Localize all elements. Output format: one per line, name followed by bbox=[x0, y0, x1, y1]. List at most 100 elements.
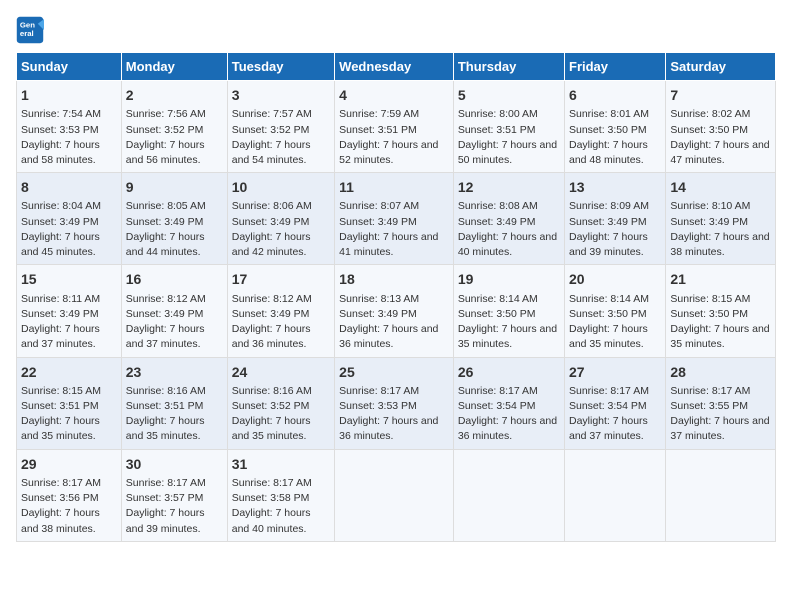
daylight-label: Daylight: 7 hours and 47 minutes. bbox=[670, 139, 769, 166]
day-number: 14 bbox=[670, 177, 771, 197]
sunrise: Sunrise: 8:14 AM bbox=[569, 293, 649, 305]
col-header-saturday: Saturday bbox=[666, 53, 776, 81]
daylight-label: Daylight: 7 hours and 54 minutes. bbox=[232, 139, 311, 166]
day-cell: 18Sunrise: 8:13 AMSunset: 3:49 PMDayligh… bbox=[335, 265, 454, 357]
column-headers: SundayMondayTuesdayWednesdayThursdayFrid… bbox=[17, 53, 776, 81]
day-cell: 27Sunrise: 8:17 AMSunset: 3:54 PMDayligh… bbox=[565, 357, 666, 449]
sunset: Sunset: 3:49 PM bbox=[569, 216, 647, 228]
sunset: Sunset: 3:53 PM bbox=[21, 124, 99, 136]
sunset: Sunset: 3:51 PM bbox=[126, 400, 204, 412]
day-cell: 19Sunrise: 8:14 AMSunset: 3:50 PMDayligh… bbox=[453, 265, 564, 357]
day-number: 9 bbox=[126, 177, 223, 197]
sunset: Sunset: 3:57 PM bbox=[126, 492, 204, 504]
day-number: 30 bbox=[126, 454, 223, 474]
daylight-label: Daylight: 7 hours and 39 minutes. bbox=[126, 507, 205, 534]
day-number: 17 bbox=[232, 269, 330, 289]
sunset: Sunset: 3:52 PM bbox=[232, 400, 310, 412]
sunrise: Sunrise: 8:07 AM bbox=[339, 200, 419, 212]
sunrise: Sunrise: 8:10 AM bbox=[670, 200, 750, 212]
day-cell bbox=[565, 449, 666, 541]
day-number: 15 bbox=[21, 269, 117, 289]
week-row-4: 22Sunrise: 8:15 AMSunset: 3:51 PMDayligh… bbox=[17, 357, 776, 449]
week-row-5: 29Sunrise: 8:17 AMSunset: 3:56 PMDayligh… bbox=[17, 449, 776, 541]
day-number: 16 bbox=[126, 269, 223, 289]
sunset: Sunset: 3:49 PM bbox=[21, 308, 99, 320]
sunrise: Sunrise: 8:01 AM bbox=[569, 108, 649, 120]
day-cell: 22Sunrise: 8:15 AMSunset: 3:51 PMDayligh… bbox=[17, 357, 122, 449]
sunset: Sunset: 3:49 PM bbox=[126, 216, 204, 228]
day-number: 24 bbox=[232, 362, 330, 382]
daylight-label: Daylight: 7 hours and 35 minutes. bbox=[126, 415, 205, 442]
day-number: 19 bbox=[458, 269, 560, 289]
daylight-label: Daylight: 7 hours and 39 minutes. bbox=[569, 231, 648, 258]
day-cell: 5 Sunrise: 8:00 AM Sunset: 3:51 PM Daylight… bbox=[453, 81, 564, 173]
day-number: 11 bbox=[339, 177, 449, 197]
day-cell: 12Sunrise: 8:08 AMSunset: 3:49 PMDayligh… bbox=[453, 173, 564, 265]
sunset: Sunset: 3:53 PM bbox=[339, 400, 417, 412]
daylight-label: Daylight: 7 hours and 37 minutes. bbox=[670, 415, 769, 442]
day-cell bbox=[453, 449, 564, 541]
sunset: Sunset: 3:49 PM bbox=[458, 216, 536, 228]
sunset: Sunset: 3:54 PM bbox=[458, 400, 536, 412]
day-cell: 25Sunrise: 8:17 AMSunset: 3:53 PMDayligh… bbox=[335, 357, 454, 449]
calendar-table: SundayMondayTuesdayWednesdayThursdayFrid… bbox=[16, 52, 776, 542]
daylight-label: Daylight: 7 hours and 36 minutes. bbox=[339, 415, 438, 442]
sunrise: Sunrise: 8:12 AM bbox=[126, 293, 206, 305]
sunrise: Sunrise: 8:00 AM bbox=[458, 108, 538, 120]
day-cell: 30 Sunrise: 8:17 AM Sunset: 3:57 PM Dayligh… bbox=[121, 449, 227, 541]
sunset: Sunset: 3:55 PM bbox=[670, 400, 748, 412]
sunrise: Sunrise: 8:17 AM bbox=[458, 385, 538, 397]
daylight-label: Daylight: 7 hours and 38 minutes. bbox=[21, 507, 100, 534]
daylight-label: Daylight: 7 hours and 45 minutes. bbox=[21, 231, 100, 258]
sunrise: Sunrise: 8:17 AM bbox=[21, 477, 101, 489]
sunset: Sunset: 3:51 PM bbox=[458, 124, 536, 136]
sunset: Sunset: 3:49 PM bbox=[232, 216, 310, 228]
daylight-label: Daylight: 7 hours and 37 minutes. bbox=[21, 323, 100, 350]
sunset: Sunset: 3:49 PM bbox=[232, 308, 310, 320]
sunrise: Sunrise: 8:02 AM bbox=[670, 108, 750, 120]
day-number: 5 bbox=[458, 85, 560, 105]
day-number: 13 bbox=[569, 177, 661, 197]
sunrise: Sunrise: 8:16 AM bbox=[232, 385, 312, 397]
sunset: Sunset: 3:49 PM bbox=[339, 216, 417, 228]
col-header-tuesday: Tuesday bbox=[227, 53, 334, 81]
col-header-thursday: Thursday bbox=[453, 53, 564, 81]
day-cell: 26Sunrise: 8:17 AMSunset: 3:54 PMDayligh… bbox=[453, 357, 564, 449]
day-cell: 11Sunrise: 8:07 AMSunset: 3:49 PMDayligh… bbox=[335, 173, 454, 265]
col-header-monday: Monday bbox=[121, 53, 227, 81]
sunrise: Sunrise: 8:12 AM bbox=[232, 293, 312, 305]
sunrise: Sunrise: 7:59 AM bbox=[339, 108, 419, 120]
day-cell: 3Sunrise: 7:57 AMSunset: 3:52 PMDaylight… bbox=[227, 81, 334, 173]
sunrise: Sunrise: 8:15 AM bbox=[21, 385, 101, 397]
page-header: Gen eral bbox=[16, 16, 776, 44]
daylight-label: Daylight: 7 hours and 44 minutes. bbox=[126, 231, 205, 258]
sunrise: Sunrise: 8:11 AM bbox=[21, 293, 100, 305]
day-cell: 15 Sunrise: 8:11 AM Sunset: 3:49 PM Dayligh… bbox=[17, 265, 122, 357]
col-header-sunday: Sunday bbox=[17, 53, 122, 81]
sunset: Sunset: 3:49 PM bbox=[21, 216, 99, 228]
day-number: 23 bbox=[126, 362, 223, 382]
sunset: Sunset: 3:56 PM bbox=[21, 492, 99, 504]
sunset: Sunset: 3:50 PM bbox=[458, 308, 536, 320]
day-cell: 7Sunrise: 8:02 AMSunset: 3:50 PMDaylight… bbox=[666, 81, 776, 173]
sunrise: Sunrise: 8:17 AM bbox=[126, 477, 206, 489]
day-cell: 6Sunrise: 8:01 AMSunset: 3:50 PMDaylight… bbox=[565, 81, 666, 173]
day-number: 10 bbox=[232, 177, 330, 197]
day-number: 3 bbox=[232, 85, 330, 105]
daylight-label: Daylight: 7 hours and 40 minutes. bbox=[232, 507, 311, 534]
sunset: Sunset: 3:54 PM bbox=[569, 400, 647, 412]
sunset: Sunset: 3:49 PM bbox=[670, 216, 748, 228]
sunrise: Sunrise: 8:06 AM bbox=[232, 200, 312, 212]
day-number: 28 bbox=[670, 362, 771, 382]
day-cell: 8Sunrise: 8:04 AMSunset: 3:49 PMDaylight… bbox=[17, 173, 122, 265]
daylight-label: Daylight: 7 hours and 35 minutes. bbox=[670, 323, 769, 350]
logo-icon: Gen eral bbox=[16, 16, 44, 44]
day-number: 2 bbox=[126, 85, 223, 105]
day-number: 20 bbox=[569, 269, 661, 289]
sunrise: Sunrise: 8:09 AM bbox=[569, 200, 649, 212]
daylight-label: Daylight: 7 hours and 50 minutes. bbox=[458, 139, 557, 166]
sunset: Sunset: 3:49 PM bbox=[126, 308, 204, 320]
sunset: Sunset: 3:58 PM bbox=[232, 492, 310, 504]
sunrise: Sunrise: 8:17 AM bbox=[232, 477, 312, 489]
daylight-label: Daylight: 7 hours and 37 minutes. bbox=[126, 323, 205, 350]
